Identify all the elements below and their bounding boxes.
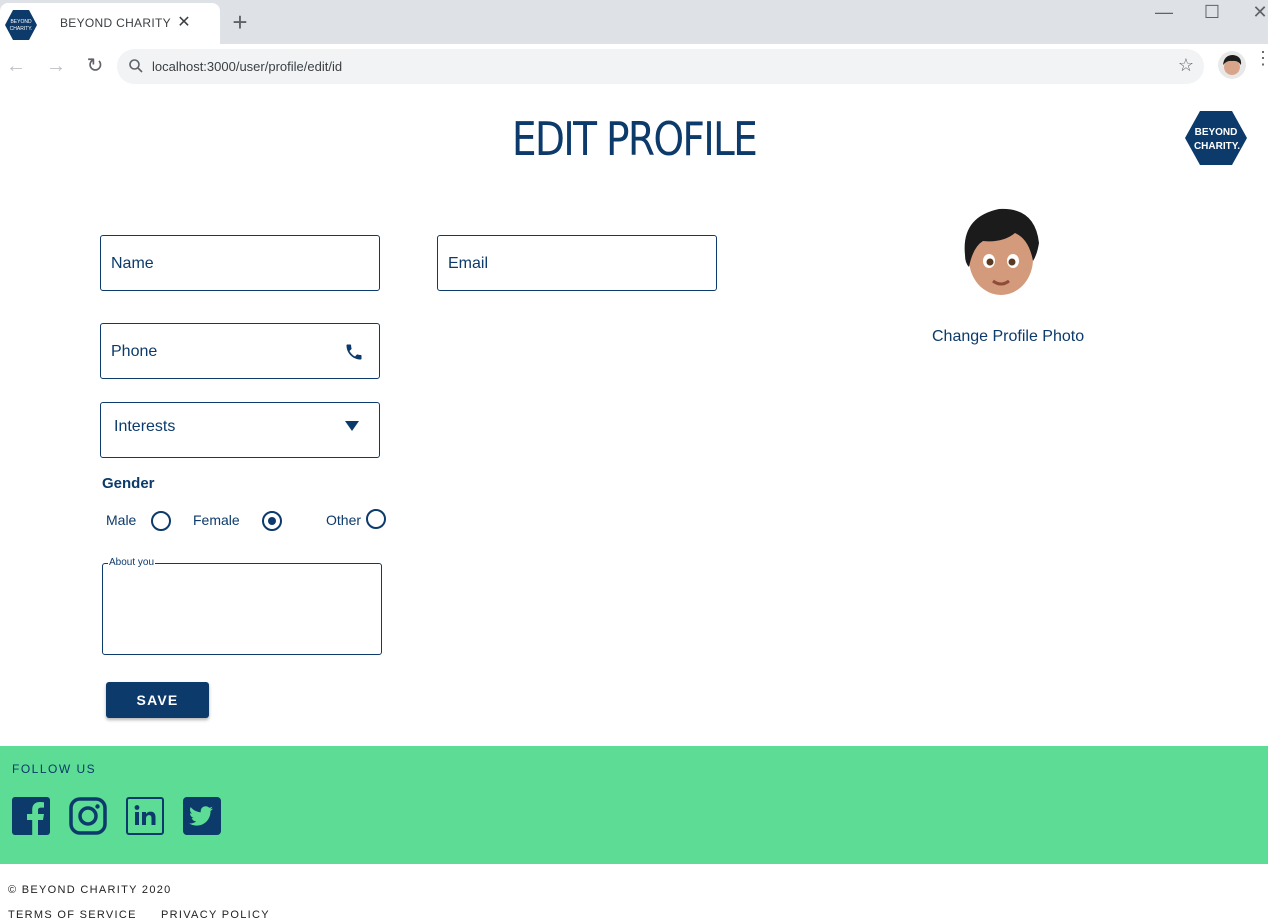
gender-heading: Gender xyxy=(102,475,155,492)
privacy-policy-link[interactable]: PRIVACY POLICY xyxy=(161,909,270,921)
svg-text:BEYOND: BEYOND xyxy=(10,19,32,25)
interests-select[interactable]: Interests xyxy=(100,402,380,458)
linkedin-icon[interactable] xyxy=(126,797,164,835)
forward-icon[interactable]: → xyxy=(44,53,68,79)
email-field[interactable]: Email xyxy=(437,235,717,291)
tab-close-icon[interactable]: ✕ xyxy=(176,13,192,33)
close-window-icon[interactable]: ✕ xyxy=(1248,2,1268,23)
about-you-label: About you xyxy=(108,557,156,568)
bookmark-star-icon[interactable]: ☆ xyxy=(1178,55,1194,76)
follow-us-band: FOLLOW US xyxy=(0,746,1268,864)
gender-female-radio[interactable] xyxy=(262,511,282,531)
copyright-text: © BEYOND CHARITY 2020 xyxy=(8,884,172,896)
interests-label: Interests xyxy=(114,418,176,435)
gender-male-radio[interactable] xyxy=(151,511,171,531)
beyond-charity-logo[interactable]: BEYOND CHARITY. xyxy=(1184,110,1248,166)
svg-text:CHARITY.: CHARITY. xyxy=(1194,141,1240,152)
name-field[interactable]: Name xyxy=(100,235,380,291)
search-icon xyxy=(129,59,143,73)
email-placeholder: Email xyxy=(448,255,489,272)
change-profile-photo-link[interactable]: Change Profile Photo xyxy=(932,328,1084,346)
tab-title: BEYOND CHARITY xyxy=(60,16,171,30)
phone-icon xyxy=(346,344,362,360)
gender-other-label: Other xyxy=(326,512,362,528)
address-bar[interactable]: localhost:3000/user/profile/edit/id ☆ xyxy=(117,49,1204,84)
browser-toolbar: ← → ↻ localhost:3000/user/profile/edit/i… xyxy=(0,44,1268,90)
svg-text:BEYOND: BEYOND xyxy=(1195,127,1238,138)
reload-icon[interactable]: ↻ xyxy=(83,53,107,79)
gender-other-radio[interactable] xyxy=(366,509,386,529)
url-text: localhost:3000/user/profile/edit/id xyxy=(152,59,343,74)
back-icon[interactable]: ← xyxy=(4,53,28,79)
twitter-icon[interactable] xyxy=(183,797,221,835)
browser-profile-avatar[interactable] xyxy=(1218,51,1246,79)
follow-us-label: FOLLOW US xyxy=(12,762,97,776)
profile-photo-avatar[interactable] xyxy=(955,203,1047,299)
facebook-icon[interactable] xyxy=(12,797,50,835)
name-placeholder: Name xyxy=(111,255,154,272)
maximize-icon[interactable]: ☐ xyxy=(1200,2,1224,23)
avatar-icon xyxy=(1218,51,1246,79)
gender-female-label: Female xyxy=(193,512,240,528)
terms-of-service-link[interactable]: TERMS OF SERVICE xyxy=(8,909,137,921)
minimize-icon[interactable]: — xyxy=(1152,2,1176,23)
browser-tab[interactable]: BEYOND CHARITY. BEYOND CHARITY ✕ xyxy=(0,3,220,44)
gender-male-label: Male xyxy=(106,512,137,528)
instagram-icon[interactable] xyxy=(69,797,107,835)
new-tab-icon[interactable]: + xyxy=(228,8,252,36)
browser-tab-strip: BEYOND CHARITY. BEYOND CHARITY ✕ + — ☐ ✕ xyxy=(0,0,1268,44)
about-you-textarea[interactable]: About you xyxy=(102,557,382,655)
browser-menu-icon[interactable]: ⋮ xyxy=(1254,49,1268,67)
phone-field[interactable]: Phone xyxy=(100,323,380,379)
page-title: EDIT PROFILE xyxy=(511,112,758,166)
save-button[interactable]: SAVE xyxy=(106,682,209,718)
phone-placeholder: Phone xyxy=(111,343,158,360)
dropdown-arrow-icon xyxy=(345,421,359,431)
beyond-charity-favicon-icon: BEYOND CHARITY. xyxy=(5,10,37,40)
svg-text:CHARITY.: CHARITY. xyxy=(10,26,33,32)
